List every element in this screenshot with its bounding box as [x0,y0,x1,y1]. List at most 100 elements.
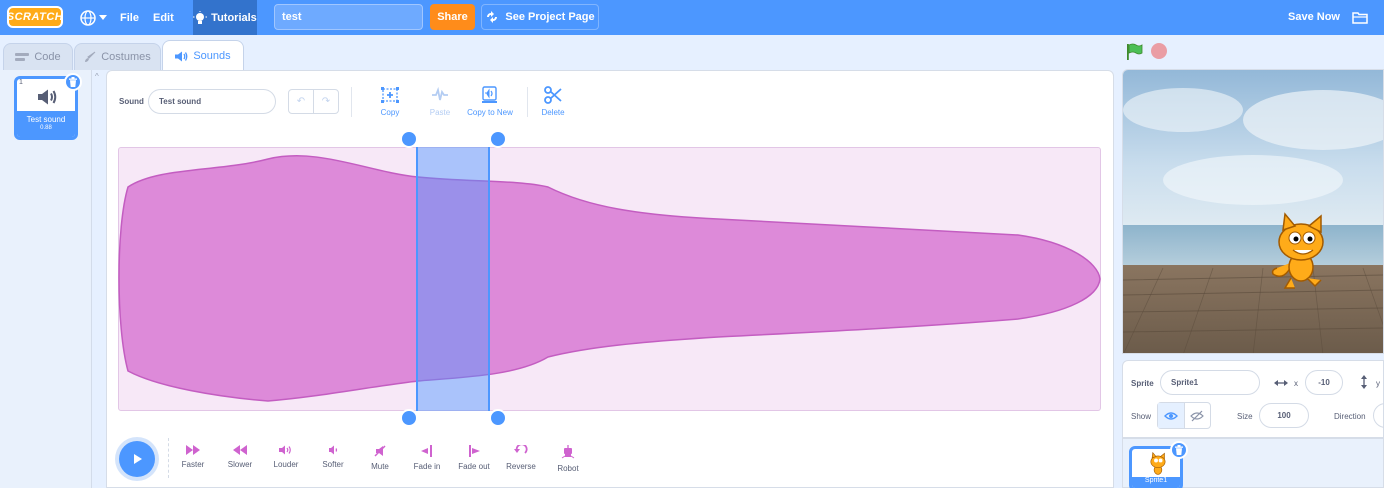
effect-slower-button[interactable]: Slower [215,445,265,469]
tab-costumes[interactable]: Costumes [74,43,161,70]
copy-to-new-button[interactable]: Copy to New [464,86,516,117]
redo-icon[interactable]: ↷ [314,90,338,113]
sound-name-label: Sound [119,97,144,106]
stage-backdrop [1123,70,1383,353]
effect-faster-button[interactable]: Faster [168,445,218,469]
copy-to-new-icon [482,86,497,103]
brush-icon [85,51,96,62]
speaker-icon [38,89,57,105]
size-input[interactable]: 100 [1259,403,1309,428]
effect-reverse-label: Reverse [506,462,536,471]
save-now-button[interactable]: Save Now [1288,11,1340,23]
copy-to-new-label: Copy to New [467,108,513,117]
effect-fade-out-label: Fade out [458,462,490,471]
sprite-name-label: Sprite [1131,379,1154,388]
tab-sounds-label: Sounds [193,50,231,62]
my-stuff-button[interactable] [1352,11,1368,27]
rewind-icon [233,445,247,455]
effect-robot-button[interactable]: Robot [543,445,593,473]
effect-softer-button[interactable]: Softer [308,445,358,469]
trim-handle-start-top[interactable] [400,130,418,148]
direction-label: Direction [1334,412,1366,421]
delete-button[interactable]: Delete [536,86,570,117]
speaker-icon [175,51,188,61]
globe-icon [80,10,96,26]
louder-icon [279,445,291,455]
see-project-page-label: See Project Page [505,11,595,23]
effect-fade-out-button[interactable]: Fade out [449,445,499,471]
tutorials-button[interactable]: Tutorials [193,0,257,35]
tutorials-label: Tutorials [211,11,257,24]
delete-sound-button[interactable] [64,73,82,91]
tab-code[interactable]: Code [3,43,73,70]
sound-name-input[interactable]: Test sound [148,89,276,114]
sprite-name-input[interactable]: Sprite1 [1160,370,1260,395]
toolbar-divider [351,87,352,117]
trash-icon [1175,445,1183,455]
effect-faster-label: Faster [181,460,205,469]
show-hidden-button[interactable] [1185,403,1211,428]
x-input[interactable]: -10 [1305,370,1343,395]
cat-sprite-icon [1271,212,1324,289]
effect-robot-label: Robot [557,464,579,473]
copy-label: Copy [380,108,400,117]
effect-fade-in-button[interactable]: Fade in [402,445,452,471]
eye-icon [1163,411,1178,420]
y-label: y [1376,379,1380,388]
share-button[interactable]: Share [430,4,475,30]
mute-icon [374,445,386,457]
see-project-page-button[interactable]: See Project Page [481,4,599,30]
show-label: Show [1131,412,1152,421]
undo-icon[interactable]: ↶ [289,90,314,113]
tab-costumes-label: Costumes [101,51,151,63]
trim-selection[interactable] [416,147,490,411]
tab-code-label: Code [34,51,61,63]
lightbulb-icon [193,10,208,24]
sound-tile-footer: Test sound 0.88 [17,111,75,137]
scratch-logo[interactable]: SCRATCH [7,6,63,28]
edit-menu[interactable]: Edit [153,0,174,35]
cat-sprite-thumbnail-icon [1150,452,1166,475]
trash-icon [69,77,77,87]
delete-label: Delete [541,108,565,117]
effect-slower-label: Slower [227,460,253,469]
effect-louder-label: Louder [273,460,299,469]
menu-bar: SCRATCH File Edit Tutorials test Share S… [0,0,1384,35]
eye-off-icon [1190,410,1205,421]
file-menu[interactable]: File [120,0,139,35]
scissors-icon [544,86,562,104]
project-title-input[interactable]: test [274,4,423,30]
effect-fade-in-label: Fade in [413,462,441,471]
x-label: x [1294,379,1298,388]
trim-handle-end-top[interactable] [489,130,507,148]
stage[interactable] [1122,69,1384,354]
green-flag-button[interactable] [1125,43,1143,66]
effect-louder-button[interactable]: Louder [261,445,311,469]
scroll-up-arrow-icon[interactable]: ^ [95,72,99,81]
trim-handle-start-bottom[interactable] [400,409,418,427]
visibility-toggle [1157,402,1211,429]
undo-redo-group: ↶ ↷ [288,89,339,114]
remix-arrows-icon [487,11,498,23]
effect-reverse-button[interactable]: Reverse [496,445,546,471]
code-icon [15,53,30,61]
copy-icon [381,87,399,103]
fade-out-icon [469,445,480,457]
play-sound-button[interactable] [119,441,155,477]
waveform-shape [118,155,1101,402]
reverse-icon [514,445,528,454]
sound-tile-name: Test sound [26,115,66,124]
language-menu[interactable] [80,8,108,28]
delete-sprite-button[interactable] [1170,441,1188,459]
toolbar-divider [527,87,528,117]
stop-button[interactable] [1151,43,1167,59]
trim-handle-end-bottom[interactable] [489,409,507,427]
caret-down-icon [99,15,107,20]
paste-button[interactable]: Paste [422,86,458,117]
show-visible-button[interactable] [1158,403,1185,428]
effect-mute-button[interactable]: Mute [355,445,405,471]
tab-sounds[interactable]: Sounds [162,40,244,71]
folder-icon [1352,12,1368,24]
paste-icon [432,86,448,101]
copy-button[interactable]: Copy [372,86,408,117]
